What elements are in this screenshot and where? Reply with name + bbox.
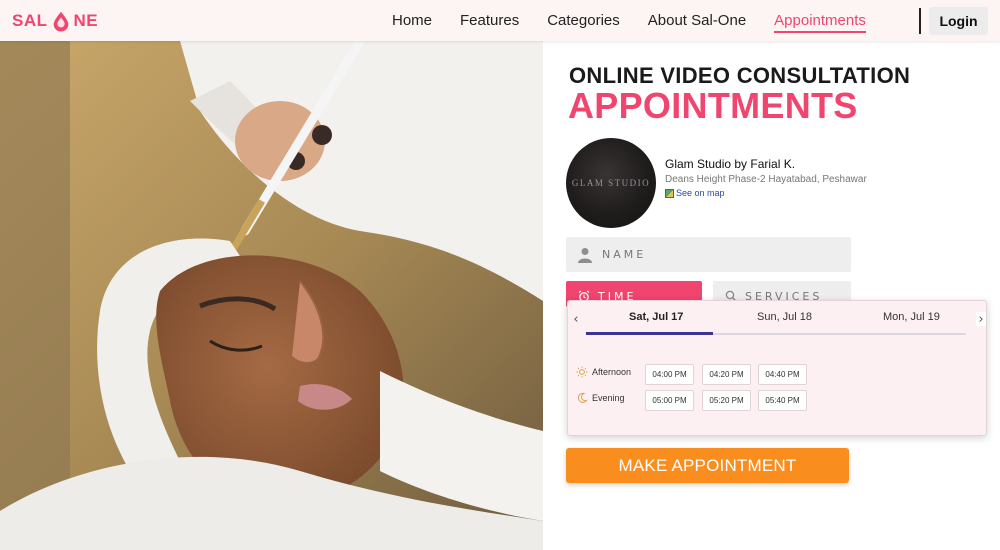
active-day-indicator (586, 332, 713, 335)
nav-home[interactable]: Home (392, 12, 432, 29)
studio-name: Glam Studio by Farial K. (665, 157, 796, 171)
name-field[interactable] (566, 237, 851, 272)
slot-0520pm[interactable]: 05:20 PM (702, 390, 751, 411)
slot-0400pm[interactable]: 04:00 PM (645, 364, 694, 385)
appointment-panel: ONLINE VIDEO CONSULTATION APPOINTMENTS G… (543, 41, 1000, 550)
login-button[interactable]: Login (929, 7, 988, 35)
make-appointment-button[interactable]: MAKE APPOINTMENT (566, 448, 849, 483)
map-icon (665, 188, 674, 198)
moon-icon (577, 392, 588, 403)
nav-about[interactable]: About Sal-One (648, 12, 746, 29)
slot-0440pm[interactable]: 04:40 PM (758, 364, 807, 385)
page: SAL NE Home Features Categories About Sa… (0, 0, 1000, 550)
afternoon-label: Afternoon (592, 367, 632, 377)
main-nav: Home Features Categories About Sal-One A… (392, 0, 894, 41)
day-tab-sat-jul-17[interactable]: Sat, Jul 17 (629, 311, 683, 323)
nav-divider (919, 8, 921, 34)
heading-line2: APPOINTMENTS (568, 85, 858, 126)
see-on-map-link[interactable]: See on map (665, 188, 725, 198)
nav-appointments[interactable]: Appointments (774, 12, 866, 33)
person-icon (578, 247, 592, 263)
day-tab-mon-jul-19[interactable]: Mon, Jul 19 (883, 311, 940, 323)
chevron-left-icon[interactable]: ‹ (571, 312, 581, 327)
slot-0420pm[interactable]: 04:20 PM (702, 364, 751, 385)
logo-text-right: NE (73, 11, 99, 30)
nav-features[interactable]: Features (460, 12, 519, 29)
studio-address: Deans Height Phase-2 Hayatabad, Peshawar (665, 174, 867, 185)
hero-photo (0, 41, 543, 550)
logo-text-left: SAL (12, 11, 48, 30)
salone-logo[interactable]: SAL NE (12, 8, 98, 34)
evening-label: Evening (592, 393, 625, 403)
slot-0500pm[interactable]: 05:00 PM (645, 390, 694, 411)
nav-categories[interactable]: Categories (547, 12, 620, 29)
facial-treatment-image (0, 41, 543, 550)
day-tab-sun-jul-18[interactable]: Sun, Jul 18 (757, 311, 812, 323)
name-input[interactable] (602, 248, 842, 261)
slot-0540pm[interactable]: 05:40 PM (758, 390, 807, 411)
time-slot-picker: ‹ › Sat, Jul 17 Sun, Jul 18 Mon, Jul 19 … (567, 300, 987, 436)
chevron-right-icon[interactable]: › (976, 312, 986, 327)
drop-logo-icon (53, 11, 68, 32)
studio-logo-text: GLAM STUDIO (571, 178, 651, 188)
sun-icon (576, 366, 588, 378)
map-link-label: See on map (676, 188, 725, 198)
studio-logo: GLAM STUDIO (566, 138, 656, 228)
top-navbar: SAL NE Home Features Categories About Sa… (0, 0, 1000, 41)
